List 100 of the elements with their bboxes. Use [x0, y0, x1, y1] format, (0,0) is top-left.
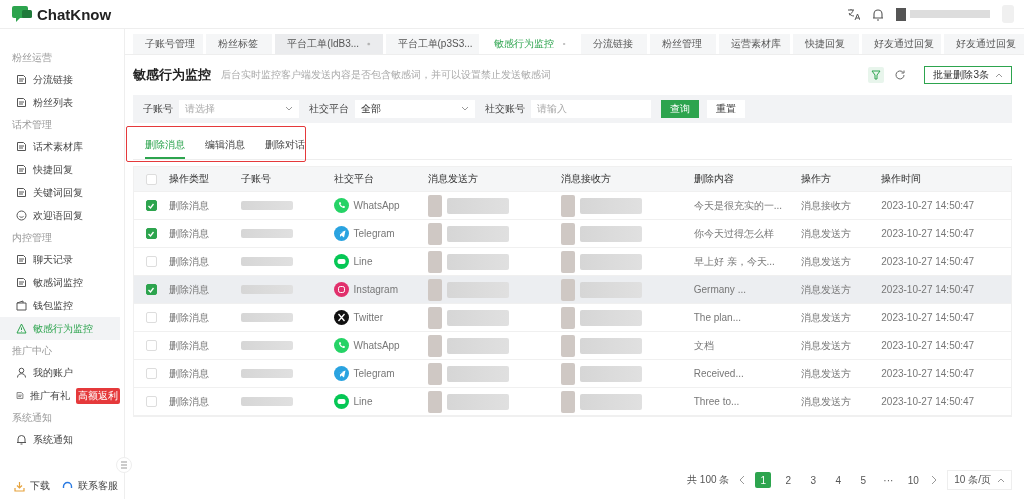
menu-item-icon — [16, 187, 27, 198]
table-cell: 消息接收方 — [801, 198, 852, 213]
sidebar-item[interactable]: 系统通知 — [0, 428, 120, 451]
table-row[interactable]: 删除消息 Instagram Germany ... 消息发送方 2023-10-27 14:50:47 — [134, 276, 1011, 304]
page-tab[interactable]: 好友通过回复 — [944, 34, 1024, 54]
user-icon — [16, 367, 27, 378]
table-cell: 2023-10-27 14:50:47 — [881, 228, 975, 239]
sub-tab[interactable]: 删除对话 — [265, 133, 305, 159]
column-header: 消息发送方 — [428, 172, 479, 186]
page-size-select[interactable]: 10 条/页 — [947, 470, 1012, 490]
menu-item-icon — [16, 74, 27, 85]
sidebar-item[interactable]: 推广有礼 高额返利 — [0, 384, 120, 407]
redacted-block — [240, 229, 293, 238]
redacted-block — [240, 285, 293, 294]
page-tab[interactable]: 平台工单(ldB3... — [275, 34, 383, 54]
sidebar-item[interactable]: 话术素材库 — [0, 135, 120, 158]
menu-item-icon — [16, 254, 27, 265]
table-row[interactable]: 删除消息 WhatsApp 文档 消息发送方 2023-10-27 14:50:47 — [134, 332, 1011, 360]
page-tab[interactable]: 分流链接 — [581, 34, 648, 54]
avatar-placeholder[interactable] — [896, 7, 906, 21]
sidebar-item[interactable]: 钱包监控 — [0, 294, 120, 317]
page-tab[interactable]: 粉丝管理 — [650, 34, 717, 54]
checkbox[interactable] — [145, 228, 157, 239]
page-tab[interactable]: 好友通过回复 — [861, 34, 942, 54]
redacted-block — [240, 313, 293, 322]
redacted-avatar — [561, 250, 576, 273]
checkbox[interactable] — [145, 200, 157, 211]
promo-badge: 高额返利 — [76, 387, 120, 404]
table-cell: 2023-10-27 14:50:47 — [881, 340, 975, 351]
chevron-left-icon[interactable] — [738, 475, 747, 485]
sidebar-item[interactable]: 关键词回复 — [0, 181, 120, 204]
sidebar-item[interactable]: 敏感词监控 — [0, 271, 120, 294]
footer-link[interactable]: 联系客服 — [62, 479, 118, 493]
footer-link[interactable]: 下载 — [14, 479, 50, 493]
page-number[interactable]: 3 — [805, 472, 822, 488]
page-tab[interactable]: 运营素材库 — [719, 34, 790, 54]
page-tab[interactable]: 粉丝标签 — [206, 34, 273, 54]
page-tab[interactable]: 子账号管理 — [133, 34, 204, 54]
table-cell: Received... — [693, 368, 744, 379]
refresh-icon[interactable] — [894, 69, 907, 81]
filter-icon[interactable] — [868, 67, 885, 83]
sidebar-item[interactable]: 聊天记录 — [0, 248, 120, 271]
redacted-avatar — [561, 194, 576, 217]
table-cell: 你今天过得怎么样 — [693, 226, 774, 241]
redacted-avatar — [428, 278, 443, 301]
bulk-delete-button[interactable]: 批量删除3条 — [924, 66, 1012, 84]
page-number[interactable]: 5 — [855, 472, 872, 488]
redacted-avatar — [561, 334, 576, 357]
sub-tab[interactable]: 编辑消息 — [205, 133, 245, 159]
table-row[interactable]: 删除消息 WhatsApp 今天是很充实的一... 消息接收方 2023-10-27 14:50:47 — [134, 192, 1011, 220]
redacted-block — [580, 225, 643, 242]
redacted-block — [240, 341, 293, 350]
redacted-avatar — [561, 222, 576, 245]
redacted-block — [447, 197, 510, 214]
translate-icon[interactable] — [847, 7, 860, 21]
page-number[interactable]: 2 — [780, 472, 797, 488]
table-row[interactable]: 删除消息 Line Three to... 消息发送方 2023-10-27 14:50:47 — [134, 388, 1011, 416]
reset-button[interactable]: 重置 — [707, 100, 745, 118]
redacted-block — [447, 365, 510, 382]
redacted-block — [240, 369, 293, 378]
line-logo-icon — [333, 254, 349, 269]
chat-logo-icon — [12, 6, 32, 22]
sidebar-item[interactable]: 欢迎语回复 — [0, 204, 120, 227]
checkbox[interactable] — [145, 284, 157, 295]
table-row[interactable]: 删除消息 Telegram Received... 消息发送方 2023-10-27 14:50:47 — [134, 360, 1011, 388]
table-cell: 删除消息 — [168, 338, 209, 353]
chevron-right-icon[interactable] — [930, 475, 939, 485]
redacted-block — [240, 397, 293, 406]
table-cell: 2023-10-27 14:50:47 — [881, 284, 975, 295]
sidebar-item[interactable]: 粉丝列表 — [0, 91, 120, 114]
table-cell: Twitter — [353, 312, 383, 323]
sidebar-item[interactable]: 快捷回复 — [0, 158, 120, 181]
sidebar-item[interactable]: 我的账户 — [0, 361, 120, 384]
redacted-avatar — [428, 250, 443, 273]
filter-label: 社交账号 — [485, 102, 525, 116]
table-cell: Telegram — [353, 368, 395, 379]
table-cell: WhatsApp — [353, 200, 400, 211]
page-number[interactable]: 10 — [905, 472, 922, 488]
page-tab[interactable]: 平台工单(p3S3... — [385, 34, 480, 54]
table-row[interactable]: 删除消息 Telegram 你今天过得怎么样 消息发送方 2023-10-27 14:50:47 — [134, 220, 1011, 248]
redacted-block — [447, 225, 510, 242]
redacted-avatar — [561, 306, 576, 329]
group-label: 话术管理 — [11, 118, 53, 132]
menu-item-icon — [16, 390, 24, 401]
bell-icon[interactable] — [872, 7, 884, 21]
column-header: 删除内容 — [693, 172, 734, 186]
select-field[interactable]: 全部 — [355, 100, 475, 118]
menu-item-icon — [16, 97, 27, 108]
bell-icon — [16, 434, 27, 445]
table-row[interactable]: 删除消息 Twitter The plan... 消息发送方 2023-10-27 14:50:47 — [134, 304, 1011, 332]
page-tab[interactable]: 快捷回复 — [792, 34, 859, 54]
group-label: 系统通知 — [11, 411, 53, 425]
table-cell: 删除消息 — [168, 282, 209, 297]
page-number[interactable]: ··· — [880, 472, 897, 488]
collapse-handle[interactable] — [116, 457, 132, 473]
sidebar-item[interactable]: 分流链接 — [0, 68, 120, 91]
group-label: 内控管理 — [11, 231, 53, 245]
page-number[interactable]: 4 — [830, 472, 847, 488]
menu-item-icon — [16, 300, 27, 311]
line-logo-icon — [333, 394, 349, 409]
